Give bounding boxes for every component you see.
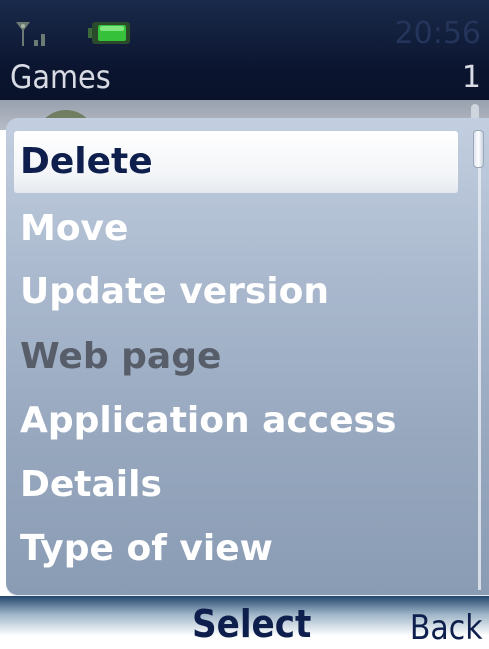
status-bar: 20:56	[0, 0, 489, 58]
menu-item-label: Application access	[20, 400, 397, 441]
menu-item-update-version[interactable]: Update version	[14, 261, 329, 323]
page-title: Games	[10, 58, 111, 96]
select-softkey[interactable]: Select	[192, 602, 311, 646]
menu-item-web-page[interactable]: Web page	[14, 326, 221, 388]
phone-screen: 20:56 Games 1 Delete Move Update version…	[0, 0, 489, 649]
options-menu: Delete Move Update version Web page Appl…	[6, 118, 489, 596]
back-softkey[interactable]: Back	[410, 608, 483, 648]
softkey-bar: Select Back	[0, 596, 489, 649]
menu-item-details[interactable]: Details	[14, 454, 162, 516]
menu-item-label: Details	[20, 464, 162, 505]
menu-item-label: Web page	[20, 336, 222, 377]
scrollbar-thumb[interactable]	[473, 130, 484, 168]
menu-item-label: Type of view	[20, 528, 273, 569]
menu-item-type-of-view[interactable]: Type of view	[14, 518, 273, 580]
menu-item-application-access[interactable]: Application access	[14, 390, 396, 452]
menu-item-delete[interactable]: Delete	[14, 131, 458, 193]
menu-item-label: Update version	[20, 271, 329, 312]
menu-item-label: Move	[20, 208, 129, 249]
clock: 20:56	[394, 16, 481, 51]
battery-icon	[88, 22, 130, 44]
signal-strength-icon	[16, 22, 45, 46]
item-count: 1	[461, 60, 481, 95]
menu-item-move[interactable]: Move	[14, 198, 128, 260]
menu-item-label: Delete	[20, 141, 153, 182]
title-bar: Games 1	[0, 58, 489, 100]
scrollbar-track[interactable]	[478, 130, 481, 590]
